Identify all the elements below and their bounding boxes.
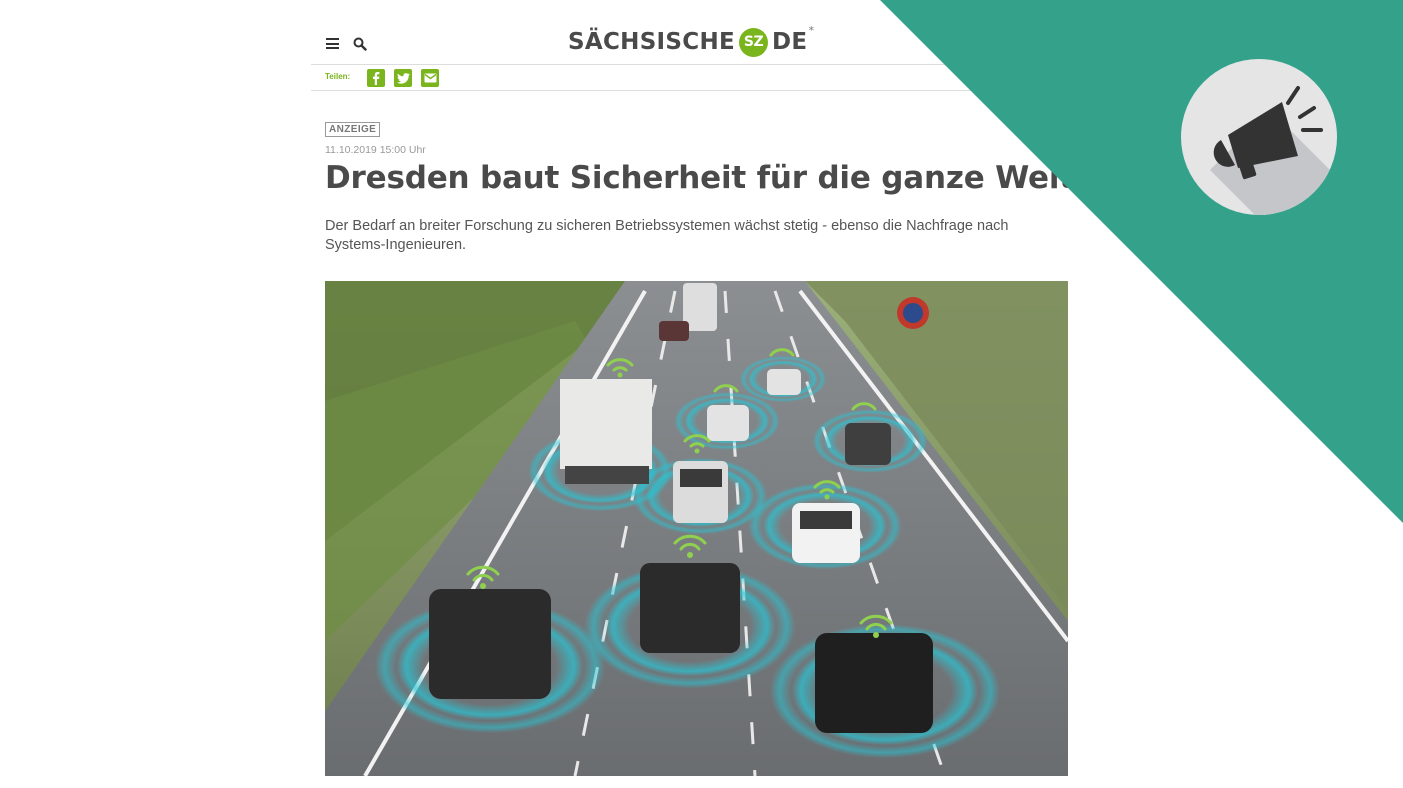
hero-image [325,281,1068,776]
share-bar: Teilen: [311,65,1084,91]
article-title: Dresden baut Sicherheit für die ganze We… [325,160,1074,196]
mail-share-button[interactable] [421,69,439,87]
site-header: SÄCHSISCHE SZ DE * [311,0,1084,65]
advertisement-badge: ANZEIGE [325,122,381,137]
mail-icon [424,73,436,83]
facebook-icon [373,72,380,85]
logo-badge: SZ [739,27,769,57]
site-logo[interactable]: SÄCHSISCHE SZ DE * [568,23,815,58]
twitter-share-button[interactable] [394,69,412,87]
logo-text-left: SÄCHSISCHE [568,29,736,55]
twitter-icon [396,72,410,84]
search-icon[interactable] [353,37,367,51]
logo-text-right: DE [772,29,808,55]
share-label: Teilen: [325,72,351,81]
logo-star: * [808,23,815,37]
article-lead: Der Bedarf an breiter Forschung zu siche… [325,218,1009,253]
article-page: SÄCHSISCHE SZ DE * Teilen: ANZEIGE 11.10… [311,0,1084,788]
article-date: 11.10.2019 15:00 Uhr [325,144,426,156]
hamburger-menu-icon[interactable] [326,38,339,49]
facebook-share-button[interactable] [367,69,385,87]
megaphone-icon[interactable] [1181,59,1360,260]
